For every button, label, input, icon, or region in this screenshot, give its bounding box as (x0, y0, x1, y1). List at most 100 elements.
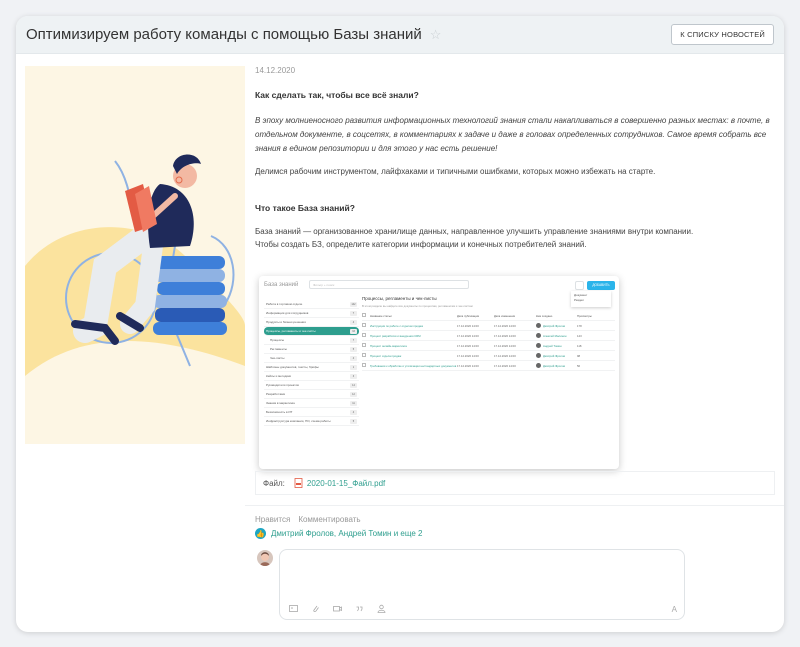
mention-user-icon[interactable] (377, 604, 386, 613)
file-label: Файл: (263, 478, 285, 488)
thumbs-up-icon: 👍 (255, 528, 266, 539)
article-heading-1: Как сделать так, чтобы все всё знали? (255, 90, 419, 100)
kb-section-item: Шаблоны документов, тексты, брифы 1 (264, 363, 359, 372)
kb-section-count: 4 (350, 320, 357, 325)
likes-users[interactable]: Дмитрий Фролов, Андрей Томин и еще 2 (271, 529, 422, 538)
kb-section-label: Процессы (270, 338, 285, 342)
kb-section-count: 4 (350, 356, 357, 361)
kb-row-published: 17.12.2020 14:00 (457, 323, 479, 328)
video-icon[interactable] (333, 604, 342, 613)
attachment-row: Файл: 2020-01-15_Файл.pdf (255, 471, 775, 495)
quote-icon[interactable] (355, 604, 364, 613)
kb-section-label: Чек-листы (270, 356, 285, 360)
kb-section-count: 7 (350, 311, 357, 316)
kb-row-modified: 17.12.2020 14:00 (494, 343, 516, 348)
embedded-screenshot: База знаний Фильтр + поиск ДОБАВИТЬ Доку… (259, 276, 619, 469)
star-icon[interactable]: ☆ (430, 27, 442, 43)
back-to-news-button[interactable]: К СПИСКУ НОВОСТЕЙ (671, 24, 774, 45)
avatar (536, 333, 541, 338)
attach-icon[interactable] (311, 604, 320, 613)
kb-section-subtitle: В этом разделе вы найдете все документы … (362, 304, 473, 308)
kb-section-count: 3 (350, 374, 357, 379)
kb-row-modified: 17.12.2020 14:00 (494, 363, 516, 368)
kb-row-title: Процесс онлайн-маркетинга (370, 343, 407, 348)
kb-search-input: Фильтр + поиск (309, 280, 469, 289)
kb-row-author: Андрей Томин (536, 343, 577, 348)
kb-row-title: Процесс разработки и внедрения CRM (370, 333, 421, 338)
pdf-file-icon (294, 478, 303, 488)
kb-section-count: 12 (350, 392, 357, 397)
kb-section-count: 33 (350, 329, 357, 334)
kb-section-count: 5 (350, 419, 357, 424)
kb-section-title: Процессы, регламенты и чек-листы (362, 296, 437, 301)
kb-col-header: Название статьи (370, 313, 392, 318)
article-illustration (25, 66, 245, 444)
checkbox-icon (362, 313, 370, 318)
kb-table-body: Инструкция по работе с отделом продаж 17.… (362, 321, 615, 371)
kb-section-count: 1 (350, 365, 357, 370)
kb-row-views: 56 (577, 363, 581, 368)
kb-table-header: Название статьи Дата публикации Дата изм… (362, 311, 615, 321)
kb-section-item: Инфраструктура компании, ПО, схема работ… (264, 417, 359, 426)
kb-section-item: Знания в маркетинге 11 (264, 399, 359, 408)
article-paragraph-2a: База знаний — организованное хранилище д… (255, 227, 694, 236)
kb-col-header: Дата публикации (457, 313, 480, 318)
post-actions: Нравится Комментировать (255, 515, 361, 524)
text-format-icon[interactable]: A (672, 605, 677, 614)
table-row: Процесс разработки и внедрения CRM 17.12.… (362, 331, 615, 341)
kb-section-label: Инфраструктура компании, ПО, схема работ… (266, 419, 331, 423)
news-card: Оптимизируем работу команды с помощью Ба… (16, 16, 784, 632)
checkbox-icon (362, 343, 370, 348)
kb-section-item: Кейсы и методики 3 (264, 372, 359, 381)
kb-row-author: Дмитрий Фролов (536, 353, 577, 358)
avatar (536, 323, 541, 328)
kb-row-author-name: Андрей Томин (543, 343, 562, 348)
kb-section-label: Руководители проектов (266, 383, 299, 387)
kb-add-button: ДОБАВИТЬ (587, 281, 615, 290)
checkbox-icon (362, 333, 370, 338)
kb-row-author: Дмитрий Фролов (536, 323, 577, 328)
like-link[interactable]: Нравится (255, 515, 290, 524)
kb-row-author: Алексей Малинин (536, 333, 577, 338)
comment-input[interactable]: A (279, 549, 685, 620)
kb-row-modified: 17.12.2020 14:00 (494, 353, 516, 358)
comment-toolbar (289, 604, 386, 613)
kb-col-header: Кем создано (536, 313, 553, 318)
likes-summary: 👍 Дмитрий Фролов, Андрей Томин и еще 2 (255, 528, 422, 539)
kb-section-item: Процессы, регламенты и чек-листы 33 (264, 327, 359, 336)
kb-main: Процессы, регламенты и чек-листы В этом … (362, 296, 615, 371)
kb-row-author-name: Дмитрий Фролов (543, 353, 565, 358)
avatar (257, 550, 273, 566)
checkbox-icon (362, 323, 370, 328)
kb-section-count: 14 (350, 383, 357, 388)
kb-section-item: Руководители проектов 14 (264, 381, 359, 390)
kb-title: База знаний (264, 282, 299, 288)
kb-section-count: 11 (350, 401, 357, 406)
article-paragraph-1: Делимся рабочим инструментом, лайфхаками… (255, 167, 656, 176)
table-row: Процесс отдела продаж 17.12.2020 14:00 17.… (362, 351, 615, 361)
article-date: 14.12.2020 (255, 66, 296, 75)
kb-row-published: 17.12.2020 14:00 (457, 353, 479, 358)
kb-row-author-name: Алексей Малинин (543, 333, 567, 338)
kb-row-views: 98 (577, 353, 581, 358)
kb-section-item: Безопасность в ИТ 4 (264, 408, 359, 417)
file-link[interactable]: 2020-01-15_Файл.pdf (307, 479, 385, 488)
kb-section-count: 142 (350, 302, 357, 307)
table-row: Процесс онлайн-маркетинга 17.12.2020 14:0… (362, 341, 615, 351)
table-row: Требования к обработке и утилизации нест… (362, 361, 615, 371)
image-icon[interactable] (289, 604, 298, 613)
kb-row-views: 118 (577, 343, 582, 348)
avatar (536, 343, 541, 348)
avatar (536, 353, 541, 358)
kb-section-item: Продукты и бизнес-решения 4 (264, 318, 359, 327)
kb-row-modified: 17.12.2020 14:00 (494, 333, 516, 338)
kb-row-title: Требования к обработке и утилизации нест… (370, 363, 457, 368)
kb-section-label: Шаблоны документов, тексты, брифы (266, 365, 319, 369)
table-row: Инструкция по работе с отделом продаж 17.… (362, 321, 615, 331)
kb-row-published: 17.12.2020 14:00 (457, 343, 479, 348)
article-body: 14.12.2020 Как сделать так, чтобы все вс… (255, 66, 775, 251)
comment-link[interactable]: Комментировать (298, 515, 360, 524)
checkbox-icon (362, 363, 370, 368)
article-paragraph-2b: Чтобы создать БЗ, определите категории и… (255, 240, 587, 249)
kb-section-item: Информация для сотрудников 7 (264, 309, 359, 318)
